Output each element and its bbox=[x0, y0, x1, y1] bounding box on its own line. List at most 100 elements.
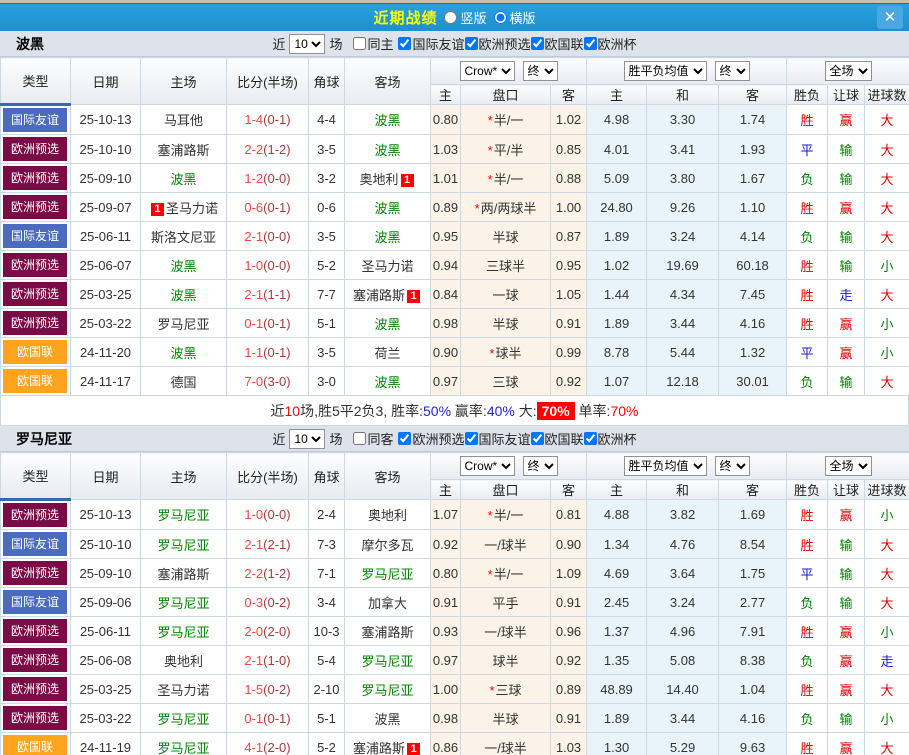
same-away-checkbox[interactable] bbox=[353, 432, 366, 445]
team-name: 波黑 bbox=[374, 317, 400, 332]
league-checkbox[interactable] bbox=[398, 432, 411, 445]
avg-home: 4.88 bbox=[587, 500, 647, 530]
match-date: 24-11-19 bbox=[71, 733, 141, 755]
corners: 2-4 bbox=[309, 500, 345, 530]
summary-segment: 70% bbox=[610, 403, 638, 419]
league-filter-option[interactable]: 欧洲杯 bbox=[584, 429, 637, 448]
team-name: 罗马尼亚 bbox=[361, 654, 413, 669]
column-header: 让球 bbox=[828, 480, 865, 500]
handicap: 球半 bbox=[461, 646, 551, 675]
avg-draw: 5.08 bbox=[647, 646, 719, 675]
team-name: 罗马尼亚 bbox=[361, 683, 413, 698]
same-venue-option[interactable]: 同客 bbox=[353, 429, 393, 448]
odds-company-select[interactable]: Crow* bbox=[460, 61, 515, 81]
odds-company-select[interactable]: Crow* bbox=[460, 456, 515, 476]
avg-draw: 3.64 bbox=[647, 559, 719, 588]
same-home-checkbox[interactable] bbox=[353, 37, 366, 50]
match-count-select[interactable]: 10 bbox=[289, 34, 325, 54]
corners: 3-4 bbox=[309, 588, 345, 617]
goals-result: 大 bbox=[865, 367, 909, 396]
match-row: 欧洲预选25-09-10塞浦路斯2-2(1-2)7-1罗马尼亚0.80*半/一1… bbox=[1, 559, 909, 588]
league-filter-label: 欧洲预选 bbox=[412, 429, 464, 448]
match-row: 欧国联24-11-19罗马尼亚4-1(2-0)5-2塞浦路斯10.86一/球半1… bbox=[1, 733, 909, 755]
corners: 3-0 bbox=[309, 367, 345, 396]
league-badge: 欧洲预选 bbox=[3, 561, 67, 585]
match-count-select[interactable]: 10 bbox=[289, 429, 325, 449]
handicap-result: 赢 bbox=[828, 617, 865, 646]
handicap-result: 赢 bbox=[828, 193, 865, 222]
away-team: 罗马尼亚 bbox=[345, 646, 431, 675]
away-team: 波黑 bbox=[345, 135, 431, 164]
avg-away: 1.10 bbox=[719, 193, 787, 222]
result: 胜 bbox=[787, 105, 828, 135]
league-filter-option[interactable]: 欧洲预选 bbox=[465, 34, 531, 53]
avg-stage-select[interactable]: 终 bbox=[715, 456, 750, 476]
column-header: 进球数 bbox=[865, 85, 909, 105]
goals-result: 大 bbox=[865, 135, 909, 164]
league-filter-option[interactable]: 欧国联 bbox=[531, 429, 584, 448]
league-checkbox[interactable] bbox=[584, 432, 597, 445]
column-header: 和 bbox=[647, 85, 719, 105]
league-checkbox[interactable] bbox=[465, 37, 478, 50]
star-mark: * bbox=[488, 143, 493, 158]
league-filter-option[interactable]: 欧洲预选 bbox=[398, 429, 464, 448]
summary-segment: 场,胜5平2负3, 胜率: bbox=[300, 401, 423, 421]
league-filter-option[interactable]: 国际友谊 bbox=[465, 429, 531, 448]
handicap-result: 赢 bbox=[828, 338, 865, 367]
league-checkbox[interactable] bbox=[584, 37, 597, 50]
handicap-result: 输 bbox=[828, 222, 865, 251]
league-badge: 欧国联 bbox=[3, 369, 67, 393]
league-filter-option[interactable]: 欧国联 bbox=[531, 34, 584, 53]
horizontal-layout-option[interactable]: 横版 bbox=[494, 8, 536, 27]
league-filter-option[interactable]: 欧洲杯 bbox=[584, 34, 637, 53]
avg-odds-select[interactable]: 胜平负均值 bbox=[624, 456, 707, 476]
filter-controls: 近 10 场 同客 欧洲预选国际友谊欧国联欧洲杯 bbox=[0, 426, 909, 451]
home-team: 圣马力诺 bbox=[141, 675, 227, 704]
away-team: 塞浦路斯1 bbox=[345, 733, 431, 755]
score-cell: 1-4(0-1) bbox=[227, 105, 309, 135]
odds-stage-select[interactable]: 终 bbox=[523, 61, 558, 81]
odds-stage-select[interactable]: 终 bbox=[523, 456, 558, 476]
score-cell: 4-1(2-0) bbox=[227, 733, 309, 755]
match-row: 欧洲预选25-03-25波黑2-1(1-1)7-7塞浦路斯10.84一球1.05… bbox=[1, 280, 909, 309]
league-checkbox[interactable] bbox=[531, 432, 544, 445]
league-checkbox[interactable] bbox=[531, 37, 544, 50]
summary-segment: 大: bbox=[515, 401, 537, 421]
avg-home: 2.45 bbox=[587, 588, 647, 617]
results-table: 类型日期主场比分(半场)角球客场Crow*终胜平负均值终全场主盘口客主和客胜负让… bbox=[0, 452, 909, 755]
league-filter-option[interactable]: 国际友谊 bbox=[398, 34, 464, 53]
score-cell: 2-1(1-0) bbox=[227, 646, 309, 675]
team-name: 罗马尼亚 bbox=[361, 567, 413, 582]
same-venue-option[interactable]: 同主 bbox=[353, 34, 393, 53]
scope-select[interactable]: 全场 bbox=[825, 456, 872, 476]
vertical-layout-option[interactable]: 竖版 bbox=[444, 8, 486, 27]
match-date: 25-06-11 bbox=[71, 617, 141, 646]
league-checkbox[interactable] bbox=[398, 37, 411, 50]
full-time-score: 1-0 bbox=[244, 507, 263, 522]
home-odds: 0.98 bbox=[431, 309, 461, 338]
handicap-result: 赢 bbox=[828, 646, 865, 675]
column-header: 类型 bbox=[1, 58, 71, 105]
away-odds: 0.91 bbox=[551, 588, 587, 617]
team-name: 奥地利 bbox=[164, 654, 203, 669]
full-time-score: 2-1 bbox=[244, 229, 263, 244]
league-badge: 欧洲预选 bbox=[3, 166, 67, 190]
corners: 3-5 bbox=[309, 135, 345, 164]
league-filter-label: 欧洲杯 bbox=[598, 34, 637, 53]
score-cell: 1-5(0-2) bbox=[227, 675, 309, 704]
vertical-radio[interactable] bbox=[444, 11, 457, 24]
column-header: 角球 bbox=[309, 58, 345, 105]
league-checkbox[interactable] bbox=[465, 432, 478, 445]
away-odds: 1.02 bbox=[551, 105, 587, 135]
avg-odds-select[interactable]: 胜平负均值 bbox=[624, 61, 707, 81]
scope-select[interactable]: 全场 bbox=[825, 61, 872, 81]
score-cell: 0-3(0-2) bbox=[227, 588, 309, 617]
league-cell: 国际友谊 bbox=[1, 105, 71, 135]
avg-stage-select[interactable]: 终 bbox=[715, 61, 750, 81]
away-team: 摩尔多瓦 bbox=[345, 530, 431, 559]
column-header: 盘口 bbox=[461, 480, 551, 500]
league-cell: 国际友谊 bbox=[1, 530, 71, 559]
column-header: 主场 bbox=[141, 58, 227, 105]
horizontal-radio[interactable] bbox=[494, 11, 507, 24]
close-icon[interactable]: ✕ bbox=[877, 6, 903, 29]
